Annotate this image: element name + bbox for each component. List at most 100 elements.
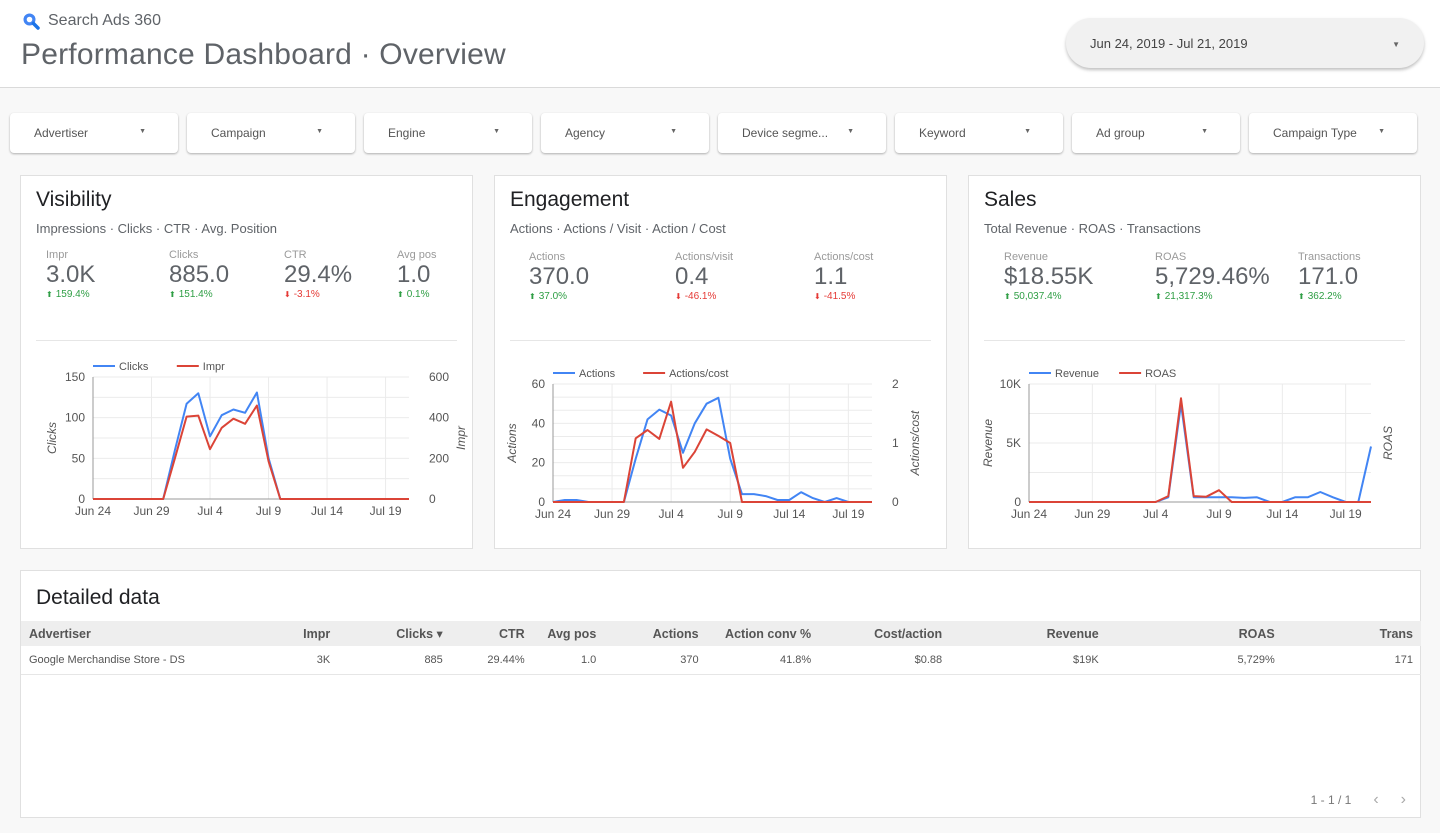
- arrow-down-icon: ⬇: [284, 290, 291, 299]
- legend-label: ROAS: [1145, 368, 1176, 380]
- table-header-row: Advertiser Impr Clicks ▾ CTR Avg pos Actions A…: [21, 621, 1421, 646]
- y-right-axis-title: Actions/cost: [908, 410, 922, 476]
- y-tick-label: 50: [72, 451, 86, 465]
- column-header-avg-pos[interactable]: Avg pos: [533, 621, 605, 646]
- column-header-cost-action[interactable]: Cost/action: [819, 621, 950, 646]
- y-tick-label: 150: [65, 370, 85, 384]
- divider: [984, 340, 1405, 341]
- kpi-delta: ⬆ 37.0%: [529, 291, 589, 302]
- kpi-delta: ⬇ -3.1%: [284, 289, 352, 300]
- kpi-delta: ⬆ 362.2%: [1298, 291, 1361, 302]
- date-range-picker[interactable]: Jun 24, 2019 - Jul 21, 2019 ▼: [1066, 18, 1424, 68]
- kpi-transactions: Transactions 171.0 ⬆ 362.2%: [1298, 251, 1361, 302]
- card-subtitle: Total Revenue · ROAS · Transactions: [984, 221, 1201, 236]
- kpi-delta-value: -3.1%: [293, 289, 320, 300]
- detailed-data-card: Detailed data Advertiser Impr Clicks ▾ CTR A…: [20, 570, 1421, 818]
- filter-keyword[interactable]: Keyword ▼: [895, 113, 1063, 153]
- arrow-up-icon: ⬆: [46, 290, 53, 299]
- legend-label: Clicks: [119, 361, 149, 373]
- y-axis-title: Revenue: [981, 419, 995, 467]
- y-tick-label: 0: [538, 495, 545, 509]
- column-header-ctr[interactable]: CTR: [451, 621, 533, 646]
- chevron-down-icon: ▼: [1378, 128, 1385, 135]
- x-tick-label: Jul 19: [1330, 507, 1362, 521]
- chevron-down-icon: ▼: [493, 128, 500, 135]
- chevron-down-icon: ▼: [1201, 128, 1208, 135]
- kpi-value: 1.0: [397, 261, 431, 288]
- y-right-axis-title: Impr: [454, 425, 468, 450]
- y-tick-label: 10K: [1000, 377, 1021, 391]
- column-header-actions[interactable]: Actions: [604, 621, 706, 646]
- x-tick-label: Jul 4: [197, 504, 223, 518]
- kpi-label: ROAS: [1155, 251, 1187, 263]
- table-row[interactable]: Google Merchandise Store - DS 3K 885 29.44%…: [21, 646, 1421, 675]
- column-header-revenue[interactable]: Revenue: [950, 621, 1107, 646]
- arrow-up-icon: ⬆: [1004, 292, 1011, 301]
- kpi-avg-pos: Avg pos 1.0 ⬆ 0.1%: [397, 249, 437, 300]
- filter-label: Agency: [565, 126, 606, 140]
- legend-label: Actions/cost: [669, 368, 728, 380]
- kpi-label: Revenue: [1004, 251, 1049, 263]
- chevron-down-icon: ▼: [316, 128, 323, 135]
- y-tick-label: 20: [532, 456, 546, 470]
- arrow-up-icon: ⬆: [529, 292, 536, 301]
- filter-ad-group[interactable]: Ad group ▼: [1072, 113, 1240, 153]
- filter-campaign[interactable]: Campaign ▼: [187, 113, 355, 153]
- y-right-tick-label: 600: [429, 370, 449, 384]
- visibility-chart: Jun 24 Jun 29 Jul 4 Jul 9 Jul 14 Jul 19 0 50 100…: [45, 361, 468, 518]
- kpi-delta-value: 151.4%: [178, 289, 213, 300]
- chevron-down-icon: ▼: [1024, 128, 1031, 135]
- table-cell: Google Merchandise Store - DS: [21, 646, 277, 675]
- x-tick-label: Jul 4: [658, 507, 684, 521]
- x-tick-label: Jun 24: [75, 504, 111, 518]
- x-tick-label: Jul 4: [1143, 507, 1169, 521]
- card-title: Sales: [984, 188, 1037, 211]
- x-tick-label: Jun 29: [134, 504, 170, 518]
- filter-campaign-type[interactable]: Campaign Type ▼: [1249, 113, 1417, 153]
- kpi-label: Actions/visit: [675, 251, 734, 263]
- column-header-advertiser[interactable]: Advertiser: [21, 621, 277, 646]
- visibility-card: Visibility Impressions · Clicks · CTR · …: [20, 175, 473, 549]
- kpi-actions: Actions 370.0 ⬆ 37.0%: [529, 251, 589, 302]
- search-ads-logo-icon: [22, 12, 40, 30]
- table-cell: 1.0: [532, 646, 605, 675]
- arrow-down-icon: ⬇: [814, 292, 821, 301]
- filter-agency[interactable]: Agency ▼: [541, 113, 709, 153]
- column-header-impr[interactable]: Impr: [277, 621, 338, 646]
- kpi-value: $18.55K: [1004, 263, 1094, 290]
- kpi-delta: ⬆ 50,037.4%: [1004, 291, 1093, 302]
- kpi-value: 171.0: [1298, 263, 1359, 290]
- kpi-delta-value: 362.2%: [1307, 291, 1342, 302]
- column-header-trans[interactable]: Trans: [1283, 621, 1421, 646]
- y-tick-label: 60: [532, 377, 546, 391]
- kpi-value: 29.4%: [284, 261, 353, 288]
- detailed-data-table: Advertiser Impr Clicks ▾ CTR Avg pos Actions A…: [21, 621, 1421, 675]
- kpi-actions-visit: Actions/visit 0.4 ⬇ -46.1%: [675, 251, 733, 302]
- kpi-delta: ⬆ 151.4%: [169, 289, 229, 300]
- column-header-clicks[interactable]: Clicks ▾: [338, 621, 451, 646]
- arrow-up-icon: ⬆: [397, 290, 404, 299]
- column-header-action-conv[interactable]: Action conv %: [707, 621, 820, 646]
- filter-advertiser[interactable]: Advertiser ▼: [10, 113, 178, 153]
- arrow-up-icon: ⬆: [1298, 292, 1305, 301]
- table-cell: 41.8%: [706, 646, 820, 675]
- next-page-icon[interactable]: ›: [1401, 791, 1406, 809]
- y-right-tick-label: 0: [429, 492, 436, 506]
- filter-device-segme[interactable]: Device segme... ▼: [718, 113, 886, 153]
- previous-page-icon[interactable]: ‹: [1373, 791, 1378, 809]
- table-cell: $0.88: [819, 646, 951, 675]
- y-right-tick-label: 2: [892, 377, 899, 391]
- engagement-chart: Jun 24 Jun 29 Jul 4 Jul 9 Jul 14 Jul 19020406…: [505, 368, 922, 521]
- card-title: Engagement: [510, 188, 630, 211]
- x-tick-label: Jun 24: [1011, 507, 1047, 521]
- column-header-roas[interactable]: ROAS: [1107, 621, 1283, 646]
- kpi-delta: ⬆ 21,317.3%: [1155, 291, 1270, 302]
- kpi-delta-value: 50,037.4%: [1013, 291, 1062, 302]
- kpi-label: CTR: [284, 249, 307, 261]
- arrow-up-icon: ⬆: [1155, 292, 1162, 301]
- chevron-down-icon: ▼: [1392, 40, 1400, 49]
- kpi-value: 5,729.46%: [1155, 263, 1270, 290]
- filter-bar: Advertiser ▼ Campaign ▼ Engine ▼ Agency ▼ Device…: [10, 113, 1417, 153]
- filter-engine[interactable]: Engine ▼: [364, 113, 532, 153]
- kpi-label: Transactions: [1298, 251, 1361, 263]
